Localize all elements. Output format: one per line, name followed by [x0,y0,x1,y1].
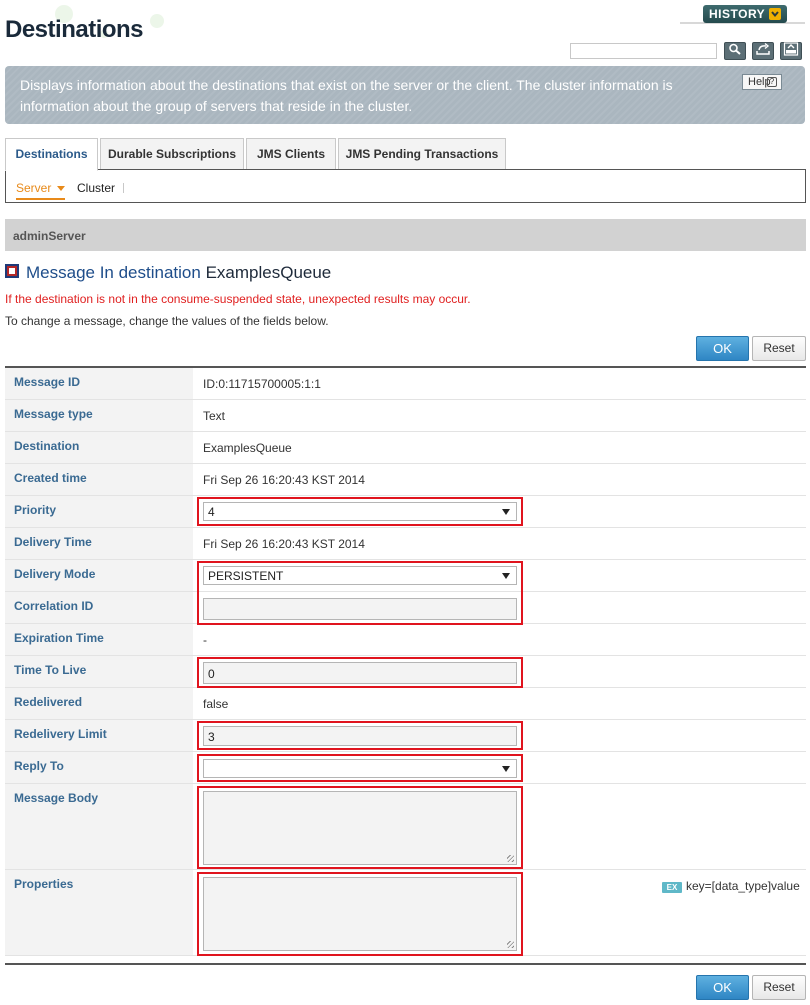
reset-button-bottom[interactable]: Reset [752,975,806,1000]
delivery-mode-correlation-highlight: PERSISTENT [197,561,523,625]
destination-value: ExamplesQueue [203,441,292,455]
priority-highlight: 4 [197,497,523,526]
tab-label: JMS Clients [256,147,325,161]
history-label: HISTORY [709,7,766,21]
tab-jms-pending-transactions[interactable]: JMS Pending Transactions [338,138,506,170]
tab-label: Destinations [15,147,88,161]
redelivered-label: Redelivered [5,688,193,719]
form-row-created-time: Created time Fri Sep 26 16:20:43 KST 201… [5,464,806,496]
expiration-time-label: Expiration Time [5,624,193,655]
properties-textarea[interactable] [203,877,517,951]
message-id-value: ID:0:11715700005:1:1 [203,377,321,391]
form-row-redelivered: Redelivered false [5,688,806,720]
expiration-time-value: - [203,633,207,647]
resize-grip-icon[interactable] [507,941,514,948]
delivery-mode-select[interactable]: PERSISTENT [203,566,517,585]
properties-label: Properties [5,870,193,955]
form-row-destination: Destination ExamplesQueue [5,432,806,464]
example-badge: EX [662,882,682,893]
search-icon [728,42,742,60]
redelivery-limit-label: Redelivery Limit [5,720,193,751]
reply-to-label: Reply To [5,752,193,783]
dropdown-arrow-icon [502,766,510,772]
redelivery-limit-field[interactable]: 3 [203,726,517,746]
tab-jms-clients[interactable]: JMS Clients [246,138,336,170]
form-bottom-border [5,963,806,965]
redelivered-value: false [203,697,229,711]
correlation-id-label: Correlation ID [5,592,193,623]
form-row-expiration-time: Expiration Time - [5,624,806,656]
help-icon: ? [767,77,777,87]
subtab-server-label: Server [16,181,52,195]
message-body-highlight [197,786,523,869]
subtab-cluster[interactable]: Cluster [77,181,115,195]
redelivery-limit-highlight: 3 [197,721,523,750]
priority-select[interactable]: 4 [203,502,517,521]
message-type-label: Message type [5,400,193,431]
ok-button[interactable]: OK [696,336,749,361]
tab-label: JMS Pending Transactions [345,147,499,161]
form-row-message-type: Message type Text [5,400,806,432]
time-to-live-field[interactable]: 0 [203,662,517,684]
reset-button[interactable]: Reset [752,336,806,361]
search-button[interactable] [724,42,746,60]
tab-durable-subscriptions[interactable]: Durable Subscriptions [100,138,244,170]
decorative-dot [150,14,164,28]
delivery-mode-selected-value: PERSISTENT [208,569,284,583]
time-to-live-label: Time To Live [5,656,193,687]
properties-highlight [197,872,523,956]
section-icon [5,264,19,278]
destination-label: Destination [5,432,193,463]
resize-grip-icon[interactable] [507,855,514,862]
subtab-divider [123,183,124,193]
help-button[interactable]: Help ? [742,74,782,90]
warning-text: If the destination is not in the consume… [5,292,471,306]
properties-format-hint: key=[data_type]value [686,879,800,893]
ok-button-bottom[interactable]: OK [696,975,749,1000]
subtab-bar: Server Cluster [5,169,806,203]
message-id-label: Message ID [5,368,193,399]
section-title-text: Message In destination [26,263,201,282]
form-row-message-id: Message ID ID:0:11715700005:1:1 [5,368,806,400]
refresh-button[interactable] [752,42,774,60]
reply-to-select[interactable] [203,759,517,778]
message-type-value: Text [203,409,226,423]
message-body-textarea[interactable] [203,791,517,865]
priority-label: Priority [5,496,193,527]
delivery-time-value: Fri Sep 26 16:20:43 KST 2014 [203,537,365,551]
info-text: Displays information about the destinati… [20,77,673,114]
tab-label: Durable Subscriptions [107,147,237,161]
subtab-server[interactable]: Server [16,181,66,200]
reply-to-highlight [197,754,523,782]
info-banner: Displays information about the destinati… [5,66,805,124]
dropdown-arrow-icon [502,509,510,515]
correlation-id-field[interactable] [203,598,517,620]
caret-down-icon [57,186,66,192]
form-row-delivery-time: Delivery Time Fri Sep 26 16:20:43 KST 20… [5,528,806,560]
chevron-down-icon [769,8,781,20]
section-title: Message In destination ExamplesQueue [26,263,331,283]
delivery-mode-label: Delivery Mode [5,560,193,591]
created-time-value: Fri Sep 26 16:20:43 KST 2014 [203,473,365,487]
priority-selected-value: 4 [208,505,215,519]
created-time-label: Created time [5,464,193,495]
destination-name: ExamplesQueue [205,263,332,282]
delivery-time-label: Delivery Time [5,528,193,559]
tab-destinations[interactable]: Destinations [5,138,98,171]
xml-icon [783,41,799,61]
server-bar: adminServer [5,219,806,251]
time-to-live-highlight: 0 [197,657,523,688]
search-input[interactable] [570,43,717,59]
server-name: adminServer [13,229,86,243]
history-button[interactable]: HISTORY [703,5,787,23]
dropdown-arrow-icon [502,573,510,579]
refresh-icon [755,42,771,61]
message-body-label: Message Body [5,784,193,869]
page-title: Destinations [5,16,144,43]
xml-export-button[interactable] [780,41,802,61]
instruction-text: To change a message, change the values o… [5,314,329,328]
